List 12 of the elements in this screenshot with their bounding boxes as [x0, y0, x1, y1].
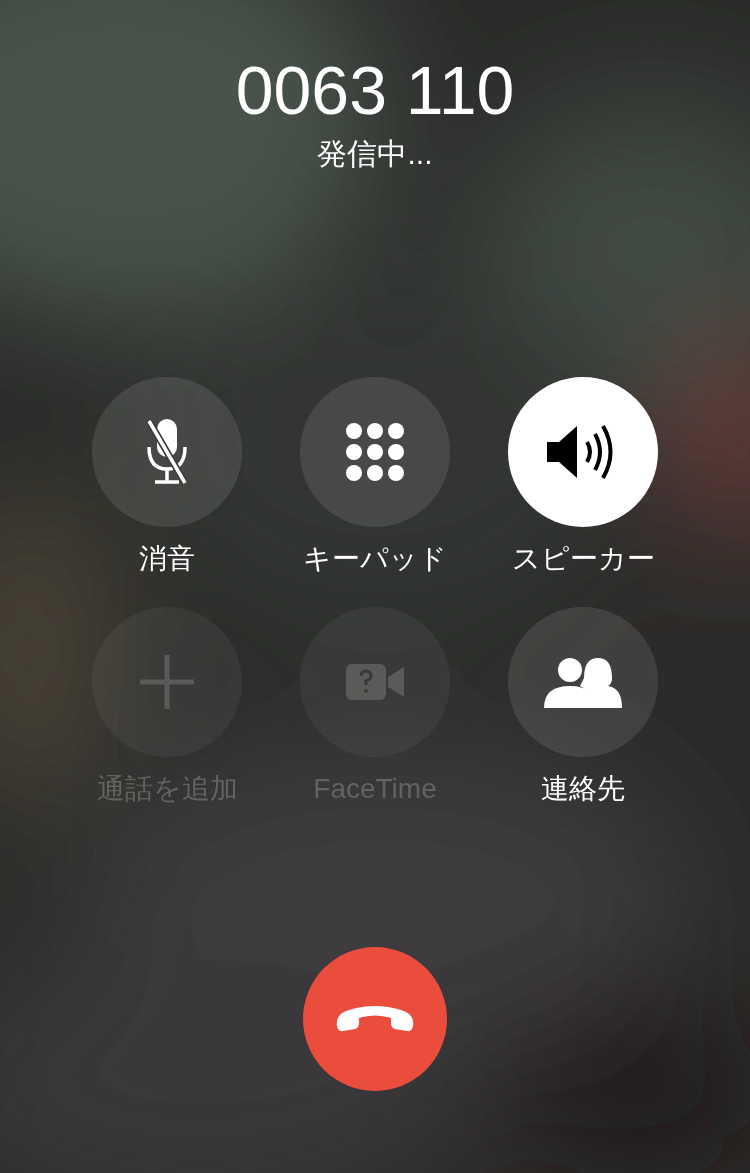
- button-label: スピーカー: [511, 542, 655, 576]
- phone-number: 0063 110: [235, 51, 515, 130]
- keypad-icon: [346, 423, 404, 481]
- phone-hangup-icon: [335, 1004, 415, 1034]
- call-status: 発信中...: [317, 136, 433, 172]
- button-label: キーパッド: [303, 542, 447, 576]
- contacts-icon: [544, 656, 622, 708]
- button-label: 消音: [139, 542, 195, 576]
- button-label: 連絡先: [541, 772, 625, 806]
- microphone-muted-icon: [145, 417, 189, 487]
- plus-icon: [140, 655, 194, 709]
- video-camera-icon: [346, 664, 404, 700]
